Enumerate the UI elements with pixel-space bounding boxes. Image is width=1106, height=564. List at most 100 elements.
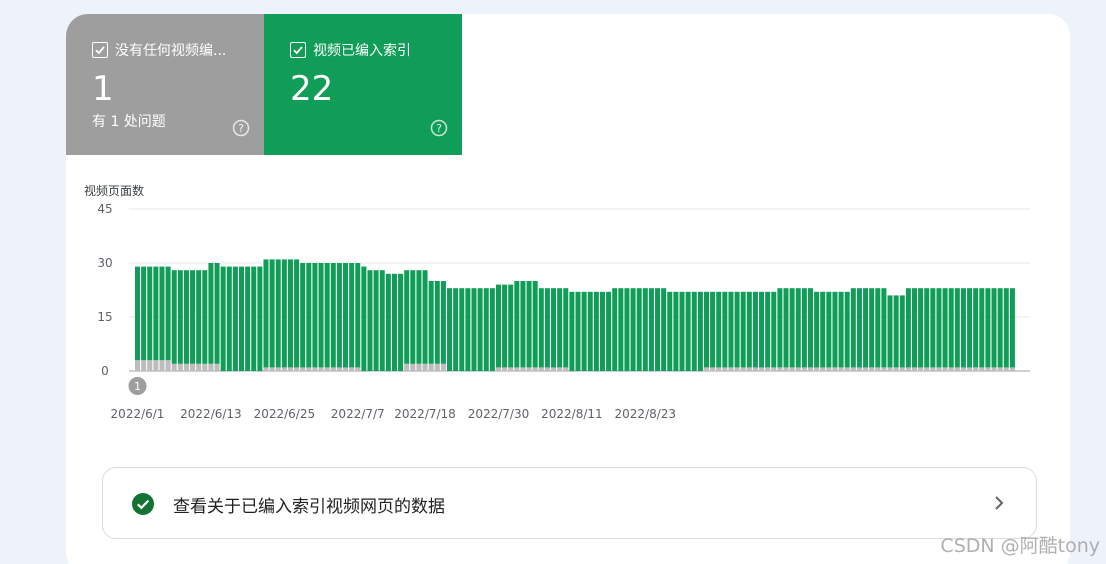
view-indexed-data-row[interactable]: 查看关于已编入索引视频网页的数据	[102, 467, 1037, 539]
bar-indexed[interactable]	[251, 266, 257, 371]
bar-not-indexed[interactable]	[349, 367, 355, 371]
bar-indexed[interactable]	[795, 288, 801, 368]
bar-not-indexed[interactable]	[404, 363, 410, 371]
bar-indexed[interactable]	[343, 263, 349, 368]
bar-not-indexed[interactable]	[502, 367, 508, 371]
bar-indexed[interactable]	[930, 288, 936, 368]
bar-not-indexed[interactable]	[275, 367, 281, 371]
bar-indexed[interactable]	[379, 270, 385, 371]
bar-not-indexed[interactable]	[777, 367, 783, 371]
bar-not-indexed[interactable]	[856, 367, 862, 371]
bar-indexed[interactable]	[434, 281, 440, 364]
bar-not-indexed[interactable]	[911, 367, 918, 371]
bar-not-indexed[interactable]	[881, 367, 887, 371]
bar-indexed[interactable]	[453, 288, 459, 371]
bar-not-indexed[interactable]	[832, 367, 838, 371]
bar-not-indexed[interactable]	[875, 367, 881, 371]
bar-not-indexed[interactable]	[734, 367, 740, 371]
bar-indexed[interactable]	[257, 266, 263, 371]
bar-indexed[interactable]	[330, 263, 336, 368]
bar-indexed[interactable]	[312, 263, 318, 368]
bar-indexed[interactable]	[538, 288, 544, 368]
bar-indexed[interactable]	[765, 291, 771, 368]
bar-indexed[interactable]	[361, 266, 367, 371]
bar-not-indexed[interactable]	[159, 360, 165, 371]
bar-not-indexed[interactable]	[759, 367, 765, 371]
bar-indexed[interactable]	[483, 288, 489, 371]
bar-indexed[interactable]	[673, 291, 679, 371]
bar-indexed[interactable]	[355, 263, 361, 368]
bar-indexed[interactable]	[716, 291, 722, 368]
bar-indexed[interactable]	[771, 291, 777, 368]
bar-not-indexed[interactable]	[948, 367, 954, 371]
bar-indexed[interactable]	[905, 288, 911, 368]
bar-not-indexed[interactable]	[306, 367, 312, 371]
bar-indexed[interactable]	[428, 281, 434, 364]
bar-not-indexed[interactable]	[826, 367, 832, 371]
bar-indexed[interactable]	[942, 288, 948, 368]
bar-indexed[interactable]	[147, 266, 153, 361]
bar-indexed[interactable]	[838, 291, 844, 368]
bar-indexed[interactable]	[281, 259, 287, 368]
bar-not-indexed[interactable]	[281, 367, 287, 371]
bar-indexed[interactable]	[300, 263, 306, 368]
bar-not-indexed[interactable]	[991, 367, 997, 371]
bar-indexed[interactable]	[440, 281, 446, 364]
bar-not-indexed[interactable]	[147, 360, 153, 371]
bar-not-indexed[interactable]	[814, 367, 820, 371]
bar-indexed[interactable]	[214, 263, 220, 364]
bar-not-indexed[interactable]	[850, 367, 856, 371]
bar-not-indexed[interactable]	[893, 367, 899, 371]
bar-indexed[interactable]	[863, 288, 869, 368]
bar-indexed[interactable]	[336, 263, 342, 368]
bar-not-indexed[interactable]	[324, 367, 330, 371]
bar-indexed[interactable]	[373, 270, 379, 371]
bar-not-indexed[interactable]	[1009, 367, 1015, 371]
bar-indexed[interactable]	[807, 288, 814, 368]
bar-not-indexed[interactable]	[807, 367, 814, 371]
bar-indexed[interactable]	[385, 273, 391, 371]
bar-indexed[interactable]	[165, 266, 171, 361]
bar-indexed[interactable]	[759, 291, 765, 368]
bar-indexed[interactable]	[575, 291, 581, 371]
bar-indexed[interactable]	[563, 288, 569, 368]
bar-indexed[interactable]	[887, 295, 893, 368]
bar-not-indexed[interactable]	[538, 367, 544, 371]
bar-not-indexed[interactable]	[410, 363, 416, 371]
bar-not-indexed[interactable]	[942, 367, 948, 371]
bar-indexed[interactable]	[135, 266, 141, 361]
bar-indexed[interactable]	[1003, 288, 1009, 368]
bar-indexed[interactable]	[991, 288, 997, 368]
bar-indexed[interactable]	[349, 263, 355, 368]
bar-indexed[interactable]	[367, 270, 373, 371]
bar-not-indexed[interactable]	[905, 367, 911, 371]
bar-not-indexed[interactable]	[171, 363, 177, 371]
bar-indexed[interactable]	[263, 259, 269, 368]
bar-indexed[interactable]	[667, 291, 673, 371]
bar-not-indexed[interactable]	[973, 367, 979, 371]
bar-indexed[interactable]	[495, 284, 501, 368]
bar-not-indexed[interactable]	[746, 367, 752, 371]
bar-indexed[interactable]	[569, 291, 575, 371]
bar-indexed[interactable]	[814, 291, 820, 368]
bar-indexed[interactable]	[899, 295, 905, 368]
bar-not-indexed[interactable]	[135, 360, 141, 371]
bar-indexed[interactable]	[239, 266, 245, 371]
bar-indexed[interactable]	[636, 288, 642, 371]
bar-not-indexed[interactable]	[924, 367, 930, 371]
bar-indexed[interactable]	[655, 288, 661, 371]
bar-indexed[interactable]	[661, 288, 667, 371]
bar-not-indexed[interactable]	[820, 367, 826, 371]
bar-not-indexed[interactable]	[838, 367, 844, 371]
bar-not-indexed[interactable]	[563, 367, 569, 371]
bar-indexed[interactable]	[911, 288, 918, 368]
bar-not-indexed[interactable]	[930, 367, 936, 371]
bar-not-indexed[interactable]	[526, 367, 532, 371]
bar-not-indexed[interactable]	[440, 363, 446, 371]
bar-not-indexed[interactable]	[844, 367, 850, 371]
bar-not-indexed[interactable]	[863, 367, 869, 371]
bar-not-indexed[interactable]	[771, 367, 777, 371]
bar-not-indexed[interactable]	[954, 367, 960, 371]
bar-indexed[interactable]	[722, 291, 728, 368]
bar-not-indexed[interactable]	[177, 363, 183, 371]
